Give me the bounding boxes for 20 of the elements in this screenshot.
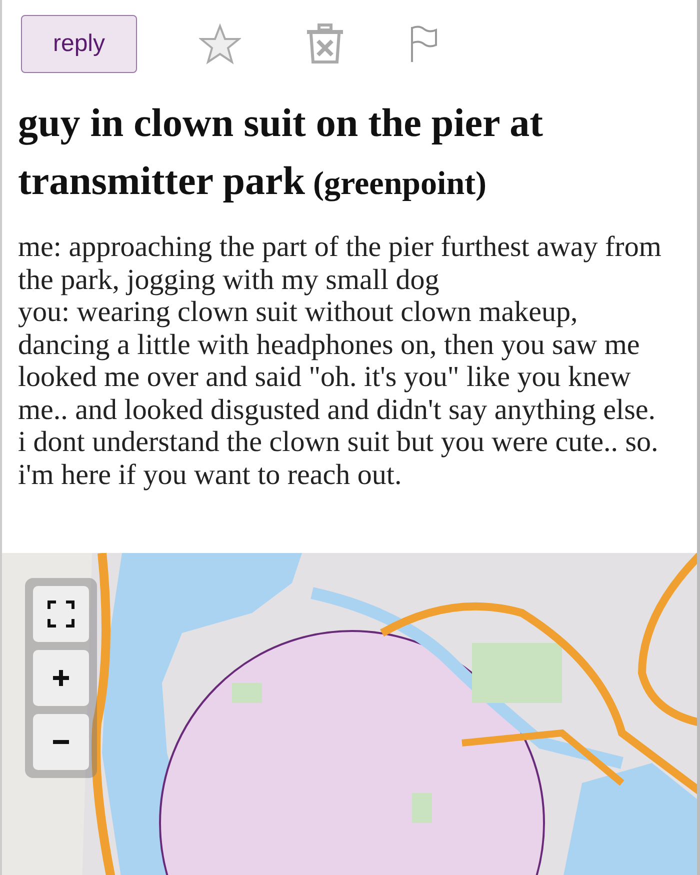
fullscreen-button[interactable] xyxy=(33,586,89,642)
post-text-line: i'm here if you want to reach out. xyxy=(18,458,403,492)
post-text-line: dancing a little with headphones on, then you saw me xyxy=(18,328,641,362)
post-title-line: transmitter park xyxy=(18,157,305,206)
zoom-in-button[interactable] xyxy=(33,650,89,706)
minus-icon xyxy=(52,740,70,744)
post-text-line: i dont understand the clown suit but you were cute.. so. xyxy=(18,426,660,459)
post-text-line: the park, jogging with my small dog xyxy=(18,264,440,296)
star-icon[interactable] xyxy=(199,23,241,66)
post-text-line: you: wearing clown suit without clown makeup, xyxy=(18,296,579,329)
reply-button[interactable]: reply xyxy=(21,15,137,74)
post-location: (greenpoint) xyxy=(313,165,487,204)
post-text-line: me: approaching the part of the pier furthest away from xyxy=(18,231,662,264)
fullscreen-icon xyxy=(46,599,76,630)
plus-icon xyxy=(52,669,70,688)
zoom-out-button[interactable] xyxy=(33,714,89,770)
flag-icon[interactable] xyxy=(409,25,439,64)
post-text-line: looked me over and said "oh. it's you" like you knew xyxy=(18,361,632,394)
post-title-line: guy in clown suit on the pier at xyxy=(18,99,543,148)
post-text-line: me.. and looked disgusted and didn't say anything else. xyxy=(18,394,656,426)
